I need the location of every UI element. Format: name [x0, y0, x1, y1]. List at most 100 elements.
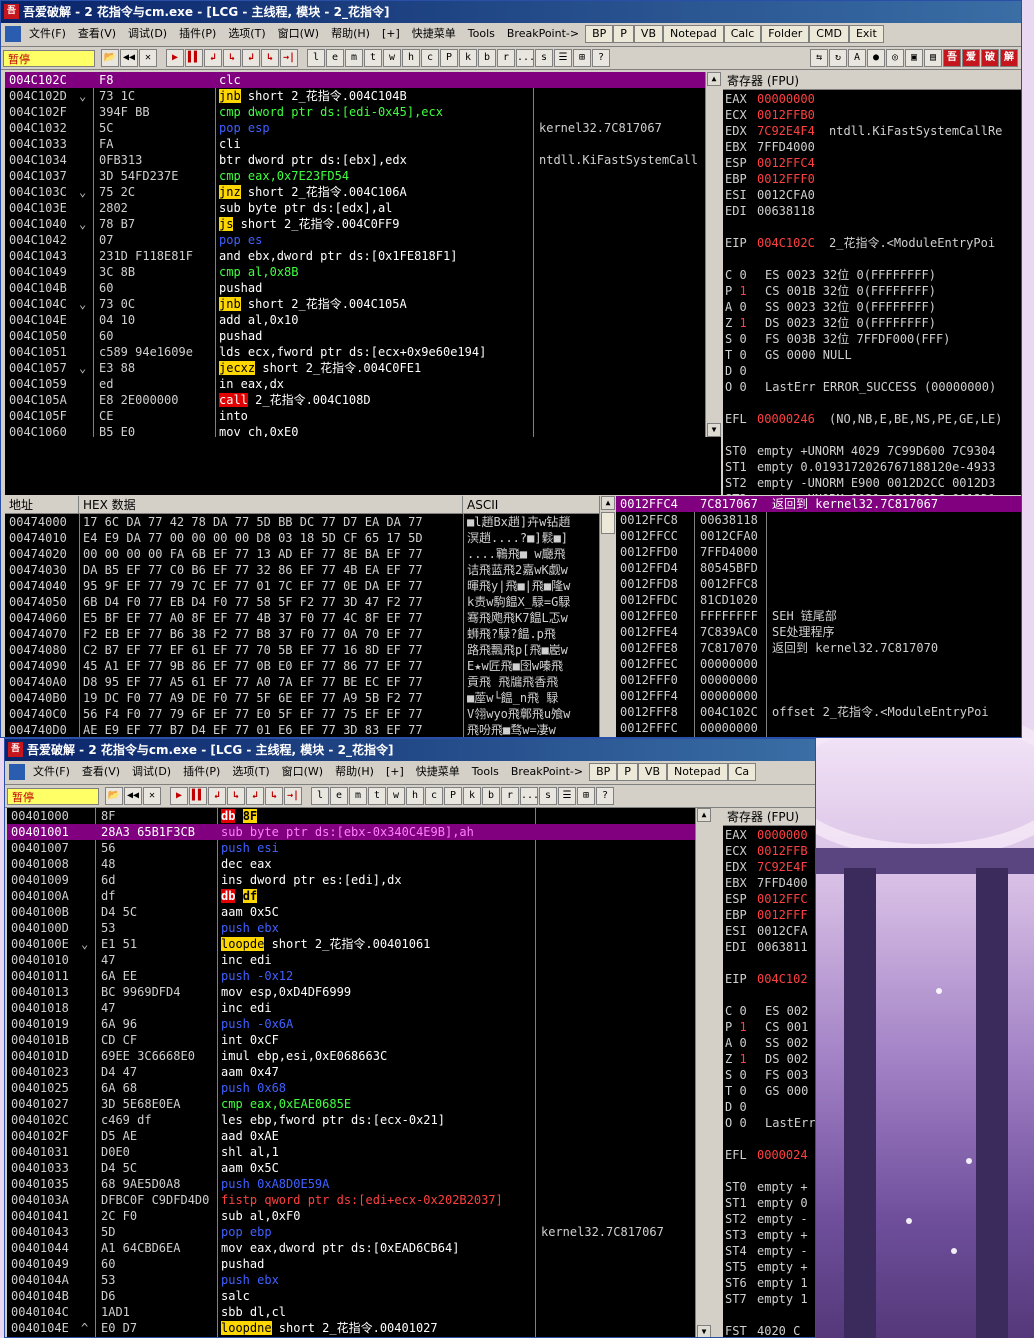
toolbar-button[interactable]: ▶ — [170, 787, 188, 805]
quick-button[interactable]: P — [613, 25, 634, 43]
register-row[interactable]: ST0 empty +UNORM 4029 7C99D600 7C9304 — [723, 443, 1021, 459]
register-row[interactable] — [723, 955, 815, 971]
disasm-row[interactable]: 004C1051 c589 94e1609e lds ecx,fword ptr d… — [5, 344, 705, 360]
register-row[interactable]: ST2 empty - — [723, 1211, 815, 1227]
register-row[interactable]: EIP 004C102C 2_花指令.<ModuleEntryPoi — [723, 235, 1021, 251]
register-row[interactable]: ESP 0012FFC4 — [723, 155, 1021, 171]
register-row[interactable]: EFL 0000024 — [723, 1147, 815, 1163]
disasm-row[interactable]: 00401044 A1 64CBD6EA mov eax,dword ptr ds:… — [7, 1240, 695, 1256]
toolbar-button[interactable]: ⊞ — [573, 49, 591, 67]
menu-item[interactable]: [+] — [376, 23, 406, 45]
disasm-row[interactable]: 004C1033 FA cli — [5, 136, 705, 152]
menu-item[interactable]: 帮助(H) — [325, 23, 376, 45]
disasm-row[interactable]: 0040100A df db df — [7, 888, 695, 904]
scroll-up-icon[interactable]: ▲ — [601, 496, 615, 510]
toolbar-button[interactable]: c — [421, 49, 439, 67]
register-row[interactable]: T 0 GS 0000 NULL — [723, 347, 1021, 363]
toolbar-button[interactable]: ↲ — [246, 787, 264, 805]
disasm-row[interactable]: 00401049 60 pushad — [7, 1256, 695, 1272]
disassembly-scrollbar[interactable]: ▲ ▼ — [705, 72, 721, 437]
disasm-row[interactable]: 0040104A 53 push ebx — [7, 1272, 695, 1288]
plugin-button[interactable]: ● — [867, 49, 885, 67]
register-row[interactable]: ST3 empty +UNORM 0031 0012D2DC 0012D1 — [723, 491, 1021, 495]
plugin-button[interactable]: ↻ — [829, 49, 847, 67]
disasm-row[interactable]: 0040100D 53 push ebx — [7, 920, 695, 936]
debugger-window-main[interactable]: 吾 吾爱破解 - 2 花指令与cm.exe - [LCG - 主线程, 模块 -… — [0, 0, 1022, 738]
register-row[interactable]: P 1 CS 001 — [723, 1019, 815, 1035]
dump-row[interactable]: 00474080 C2 B7 EF 77 EF 61 EF 77 70 5B EF… — [5, 642, 599, 658]
stack-row[interactable]: 0012FFEC 00000000 — [616, 656, 1021, 672]
register-row[interactable] — [723, 1307, 815, 1323]
register-row[interactable]: EBP 0012FFF — [723, 907, 815, 923]
title-bar[interactable]: 吾 吾爱破解 - 2 花指令与cm.exe - [LCG - 主线程, 模块 -… — [1, 1, 1021, 23]
menu-item[interactable]: 查看(V) — [72, 23, 122, 45]
menu-item[interactable]: 文件(F) — [27, 761, 76, 783]
disasm-row[interactable]: 00401019 6A 96 push -0x6A — [7, 1016, 695, 1032]
register-row[interactable]: S 0 FS 003 — [723, 1067, 815, 1083]
disasm-row[interactable]: 00401009 6d ins dword ptr es:[edi],dx — [7, 872, 695, 888]
toolbar-button[interactable]: e — [326, 49, 344, 67]
toolbar-button[interactable]: ▌▌ — [185, 49, 203, 67]
disasm-row[interactable]: 00401000 8F db 8F — [7, 808, 695, 824]
toolbar-button[interactable]: ↳ — [223, 49, 241, 67]
register-row[interactable]: P 1 CS 001B 32位 0(FFFFFFFF) — [723, 283, 1021, 299]
toolbar-button[interactable]: ... — [520, 787, 539, 805]
dump-row[interactable]: 00474050 6B D4 F0 77 EB D4 F0 77 58 5F F2… — [5, 594, 599, 610]
quick-button[interactable]: CMD — [809, 25, 849, 43]
register-row[interactable]: EDX 7C92E4F4 ntdll.KiFastSystemCallRe — [723, 123, 1021, 139]
stack-row[interactable]: 0012FFE0 FFFFFFFF SEH 链尾部 — [616, 608, 1021, 624]
quick-button[interactable]: Folder — [761, 25, 810, 43]
toolbar-button[interactable]: t — [364, 49, 382, 67]
menu-item[interactable]: BreakPoint-> — [501, 23, 585, 45]
toolbar-button[interactable]: ☰ — [554, 49, 572, 67]
plugin-button[interactable]: 破 — [981, 49, 999, 67]
registers-pane[interactable]: 寄存器 (FPU) EAX 00000000 ECX 0012FFB0 EDX 7C92E… — [723, 72, 1021, 495]
disasm-row[interactable]: 004C104C ⌄ 73 0C jnb short 2_花指令.004C105A — [5, 296, 705, 312]
toolbar-button[interactable]: h — [406, 787, 424, 805]
register-row[interactable]: ST1 empty 0 — [723, 1195, 815, 1211]
register-row[interactable]: EBP 0012FFF0 — [723, 171, 1021, 187]
disasm-row[interactable]: 00401025 6A 68 push 0x68 — [7, 1080, 695, 1096]
plugin-button[interactable]: ▤ — [924, 49, 942, 67]
stack-row[interactable]: 0012FFD8 0012FFC8 — [616, 576, 1021, 592]
register-row[interactable]: EDI 0063811 — [723, 939, 815, 955]
register-row[interactable]: ST7 empty 1 — [723, 1291, 815, 1307]
toolbar-button[interactable]: ◀◀ — [120, 49, 138, 67]
quick-button[interactable]: Notepad — [667, 763, 728, 781]
quick-button[interactable]: P — [617, 763, 638, 781]
dump-row[interactable]: 00474060 E5 BF EF 77 A0 8F EF 77 4B 37 F0… — [5, 610, 599, 626]
disasm-row[interactable]: 00401041 2C F0 sub al,0xF0 — [7, 1208, 695, 1224]
toolbar-button[interactable]: ✕ — [139, 49, 157, 67]
disassembly-pane[interactable]: 00401000 8F db 8F 00401001 28A3 65B1F3CB sub … — [7, 808, 695, 1337]
toolbar-button[interactable]: ? — [592, 49, 610, 67]
menu-item[interactable]: [+] — [380, 761, 410, 783]
disasm-row[interactable]: 004C1059 ed in eax,dx — [5, 376, 705, 392]
disasm-row[interactable]: 004C1037 3D 54FD237E cmp eax,0x7E23FD54 — [5, 168, 705, 184]
register-row[interactable] — [723, 251, 1021, 267]
menu-item[interactable]: 快捷菜单 — [406, 23, 462, 45]
disasm-row[interactable]: 00401001 28A3 65B1F3CB sub byte ptr ds:[eb… — [7, 824, 695, 840]
toolbar-button[interactable]: ↲ — [204, 49, 222, 67]
toolbar-button[interactable]: P — [444, 787, 462, 805]
dump-row[interactable]: 00474070 F2 EB EF 77 B6 38 F2 77 B8 37 F0… — [5, 626, 599, 642]
disasm-row[interactable]: 004C1057 ⌄ E3 88 jecxz short 2_花指令.004C0FE1 — [5, 360, 705, 376]
toolbar-button[interactable]: r — [501, 787, 519, 805]
plugin-button[interactable]: ◎ — [886, 49, 904, 67]
register-row[interactable]: A 0 SS 0023 32位 0(FFFFFFFF) — [723, 299, 1021, 315]
register-row[interactable]: EFL 00000246 (NO,NB,E,BE,NS,PE,GE,LE) — [723, 411, 1021, 427]
stack-row[interactable]: 0012FFFC 00000000 — [616, 720, 1021, 736]
disasm-row[interactable]: 00401011 6A EE push -0x12 — [7, 968, 695, 984]
register-row[interactable]: O 0 LastErr — [723, 1115, 815, 1131]
toolbar-button[interactable]: ? — [596, 787, 614, 805]
quick-button[interactable]: BP — [585, 25, 614, 43]
stack-row[interactable]: 0012FFD0 7FFD4000 — [616, 544, 1021, 560]
toolbar-button[interactable]: ▌▌ — [189, 787, 207, 805]
toolbar-button[interactable]: ☰ — [558, 787, 576, 805]
toolbar-button[interactable]: h — [402, 49, 420, 67]
quick-button[interactable]: VB — [633, 25, 663, 43]
toolbar-button[interactable]: t — [368, 787, 386, 805]
toolbar-button[interactable]: ↳ — [261, 49, 279, 67]
register-row[interactable]: ST3 empty + — [723, 1227, 815, 1243]
toolbar-button[interactable]: ✕ — [143, 787, 161, 805]
dump-row[interactable]: 004740D0 AE E9 EF 77 B7 D4 EF 77 01 E6 EF… — [5, 722, 599, 737]
